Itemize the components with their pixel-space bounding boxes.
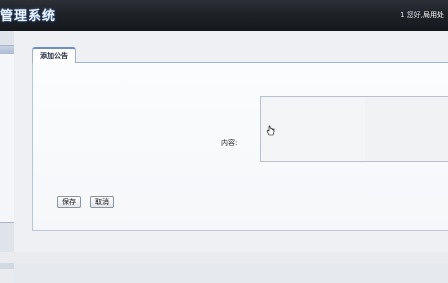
username-link[interactable]: 局用处 [423, 11, 444, 19]
content-label: 内容: [221, 139, 238, 147]
video-watermark [261, 97, 448, 161]
sidebar-panel-header[interactable] [0, 46, 14, 54]
hand-cursor-icon [266, 125, 275, 136]
main-content: 添加公告 内容: 保存 取消 [14, 31, 448, 283]
user-greeting: 1 您好,局用处 [400, 10, 444, 20]
content-textarea[interactable] [260, 96, 448, 162]
cancel-button[interactable]: 取消 [90, 196, 114, 208]
sidebar-footer [0, 263, 14, 269]
announcement-form: 内容: 保存 取消 [32, 63, 448, 231]
sidebar [0, 31, 15, 269]
greeting-text: 您好, [406, 11, 423, 19]
footer-area [14, 263, 448, 283]
greeting-number: 1 [400, 11, 405, 19]
app-title: 管理系统 [0, 9, 57, 24]
sidebar-panel [0, 45, 14, 223]
top-header-bar: 管理系统 1 您好,局用处 [0, 0, 448, 32]
tab-strip: 添加公告 [32, 45, 448, 65]
save-button[interactable]: 保存 [57, 196, 81, 208]
